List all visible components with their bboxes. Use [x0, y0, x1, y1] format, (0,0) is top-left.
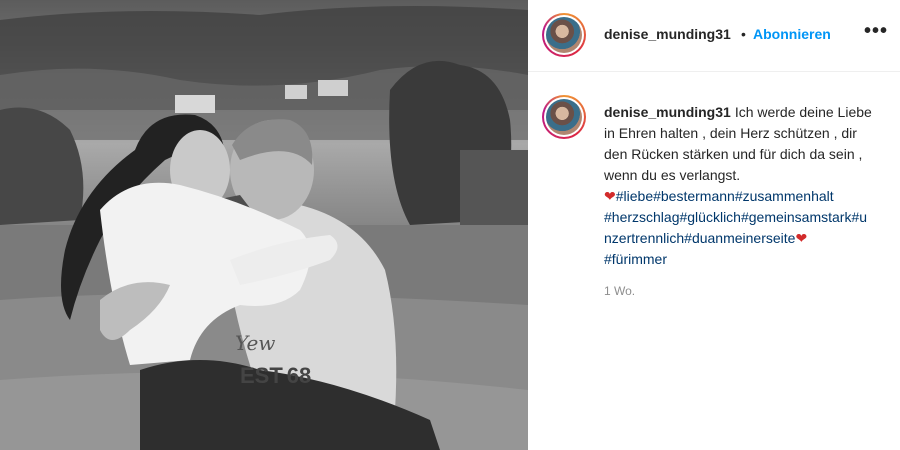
hashtags-line3[interactable]: #fürimmer [604, 251, 667, 267]
more-options-icon[interactable]: ••• [864, 20, 888, 43]
post-header: denise_munding31 • Abonnieren ••• [528, 0, 900, 72]
hashtags-line2[interactable]: #herzschlag#glücklich#gemeinsamstark#unz… [604, 209, 867, 246]
header-avatar[interactable] [542, 13, 586, 57]
header-username[interactable]: denise_munding31 [604, 26, 731, 42]
avatar-image [546, 99, 582, 135]
caption-avatar[interactable] [542, 95, 586, 139]
post-photo-illustration: Yew EST 68 [0, 6, 528, 450]
separator-dot: • [741, 26, 746, 42]
heart-emoji: ❤ [604, 188, 616, 204]
hashtags-line1[interactable]: #liebe#bestermann#zusammenhalt [616, 188, 834, 204]
post-timestamp[interactable]: 1 Wo. [604, 284, 635, 298]
post-details-panel: denise_munding31 • Abonnieren ••• denise… [528, 0, 900, 450]
avatar-image [546, 17, 582, 53]
svg-text:Yew: Yew [235, 331, 275, 355]
shirt-number: 68 [287, 363, 311, 388]
follow-button[interactable]: Abonnieren [753, 26, 831, 42]
caption-username[interactable]: denise_munding31 [604, 104, 731, 120]
post-image[interactable]: Yew EST 68 [0, 0, 528, 450]
heart-emoji: ❤ [795, 230, 808, 246]
svg-text:EST68: EST 68 [240, 363, 311, 388]
shirt-text: EST [240, 363, 283, 388]
caption-text-block: denise_munding31 Ich werde deine Liebe in… [604, 102, 872, 270]
